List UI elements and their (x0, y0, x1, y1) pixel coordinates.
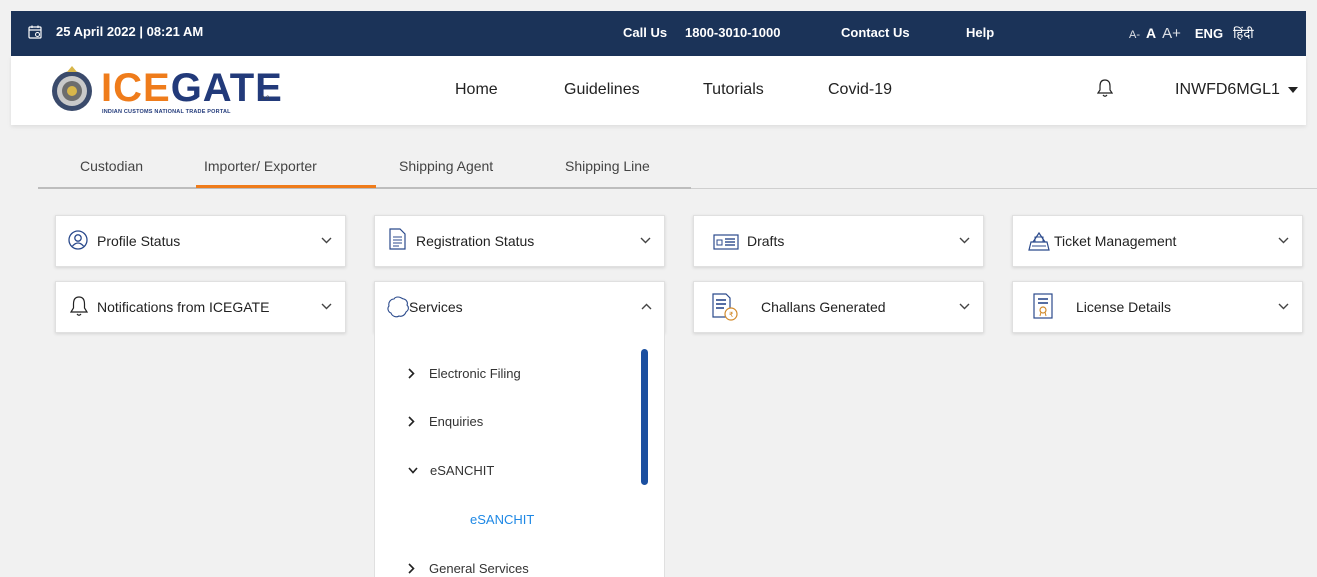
datetime-text: 25 April 2022 | 08:21 AM (56, 24, 204, 39)
top-bar: 25 April 2022 | 08:21 AM Call Us 1800-30… (11, 11, 1306, 56)
card-label: Profile Status (97, 233, 181, 249)
services-menu-panel: Electronic Filing Enquiries eSANCHIT eSA… (374, 332, 665, 577)
license-icon (1033, 293, 1053, 319)
menu-item-enquiries[interactable]: Enquiries (408, 414, 483, 429)
lang-eng-button[interactable]: ENG (1195, 26, 1223, 41)
submenu-item-esanchit[interactable]: eSANCHIT (470, 512, 534, 527)
chevron-right-icon (408, 416, 415, 427)
card-label: Services (409, 299, 463, 315)
font-decrease-button[interactable]: A- (1129, 29, 1140, 41)
font-size-controls: A- A A+ ENG हिंदी (1129, 24, 1254, 42)
role-tabs: Custodian Importer/ Exporter Shipping Ag… (38, 145, 1317, 189)
icegate-logo[interactable]: ICEGATE 2.0 INDIAN CUSTOMS NATIONAL TRAD… (47, 62, 282, 118)
chevron-down-icon (640, 237, 651, 244)
chevron-down-icon (1278, 303, 1289, 310)
tab-custodian[interactable]: Custodian (80, 158, 143, 174)
caret-down-icon (1287, 87, 1298, 93)
card-label: Registration Status (416, 233, 535, 249)
font-normal-button[interactable]: A (1146, 25, 1156, 41)
nav-tutorials[interactable]: Tutorials (703, 81, 764, 99)
svg-text:₹: ₹ (729, 311, 734, 319)
menu-item-label: Electronic Filing (429, 366, 521, 381)
nav-guidelines[interactable]: Guidelines (564, 81, 640, 99)
tab-shipping-agent[interactable]: Shipping Agent (399, 158, 493, 174)
datetime: 25 April 2022 | 08:21 AM (28, 24, 203, 39)
card-license-details[interactable]: License Details (1012, 281, 1303, 333)
chevron-up-icon (641, 303, 652, 310)
ticket-icon (1028, 231, 1050, 251)
main-header: ICEGATE 2.0 INDIAN CUSTOMS NATIONAL TRAD… (11, 56, 1306, 125)
call-us-label: Call Us (623, 25, 668, 40)
document-icon (389, 228, 406, 250)
menu-item-label: General Services (429, 561, 529, 576)
drafts-icon (713, 234, 739, 250)
chevron-down-icon (959, 303, 970, 310)
notification-bell-icon[interactable] (1097, 78, 1113, 98)
logo-wordmark: ICEGATE (101, 66, 283, 110)
calendar-icon (28, 25, 42, 39)
menu-item-label: Enquiries (429, 414, 484, 429)
menu-item-general-services[interactable]: General Services (408, 561, 529, 576)
menu-item-label: eSANCHIT (430, 463, 495, 478)
logo-tagline: INDIAN CUSTOMS NATIONAL TRADE PORTAL (102, 109, 231, 115)
card-label: Notifications from ICEGATE (97, 299, 270, 315)
card-profile-status[interactable]: Profile Status (55, 215, 346, 267)
nav-covid-19[interactable]: Covid-19 (828, 81, 892, 99)
card-label: Ticket Management (1054, 233, 1177, 249)
phone-number[interactable]: 1800-3010-1000 (685, 25, 780, 40)
card-ticket-management[interactable]: Ticket Management (1012, 215, 1303, 267)
card-label: Drafts (747, 233, 785, 249)
card-drafts[interactable]: Drafts (693, 215, 984, 267)
bell-icon (70, 296, 88, 316)
menu-item-electronic-filing[interactable]: Electronic Filing (408, 366, 521, 381)
card-registration-status[interactable]: Registration Status (374, 215, 665, 267)
contact-us-link[interactable]: Contact Us (841, 25, 910, 40)
tab-shipping-line[interactable]: Shipping Line (565, 158, 650, 174)
challan-icon: ₹ (712, 293, 738, 321)
nav-home[interactable]: Home (455, 81, 498, 99)
card-label: Challans Generated (761, 299, 886, 315)
services-icon (387, 296, 409, 318)
menu-item-esanchit[interactable]: eSANCHIT (408, 463, 494, 478)
card-label: License Details (1076, 299, 1171, 315)
chevron-right-icon (408, 368, 415, 379)
chevron-down-icon (321, 237, 332, 244)
active-tab-indicator (196, 185, 376, 188)
user-id: INWFD6MGL1 (1175, 81, 1280, 98)
emblem-icon (52, 66, 92, 111)
help-link[interactable]: Help (966, 25, 994, 40)
chevron-down-icon (959, 237, 970, 244)
logo-version: 2.0 (261, 96, 270, 102)
user-circle-icon (68, 230, 88, 250)
card-services[interactable]: Services (374, 281, 665, 333)
chevron-down-icon (408, 467, 418, 474)
user-menu[interactable]: INWFD6MGL1 (1175, 81, 1298, 99)
panel-scrollbar[interactable] (641, 349, 648, 485)
lang-hindi-button[interactable]: हिंदी (1233, 24, 1254, 42)
chevron-down-icon (321, 303, 332, 310)
card-notifications[interactable]: Notifications from ICEGATE (55, 281, 346, 333)
tab-importer-exporter[interactable]: Importer/ Exporter (204, 158, 317, 174)
card-challans[interactable]: ₹ Challans Generated (693, 281, 984, 333)
font-increase-button[interactable]: A+ (1162, 25, 1181, 42)
chevron-down-icon (1278, 237, 1289, 244)
chevron-right-icon (408, 563, 415, 574)
